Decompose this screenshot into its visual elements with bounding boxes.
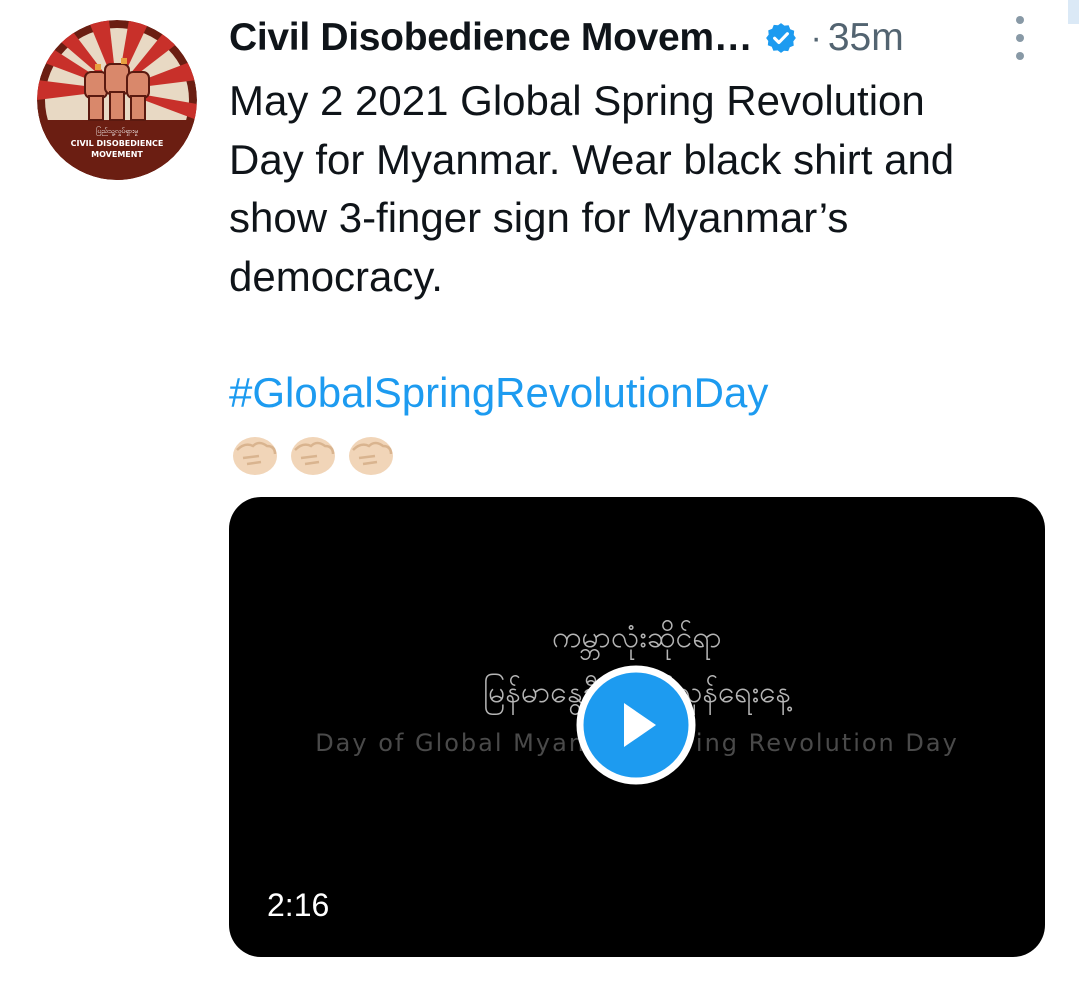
tweet-page: ပြည်သူ့လှုပ်ရှားမှု CIVIL DISOBEDIENCE M…	[0, 0, 1079, 994]
dot-icon	[1016, 34, 1024, 42]
emoji-row	[229, 428, 397, 480]
avatar[interactable]: ပြည်သူ့လှုပ်ရှားမှု CIVIL DISOBEDIENCE M…	[37, 20, 197, 180]
tweet-text-line: May 2 2021 Global Spring Revolution	[229, 77, 925, 124]
tweet-text-line: show 3-finger sign for Myanmar’s	[229, 194, 849, 241]
tweet-text-line: Day for Myanmar. Wear black shirt and	[229, 135, 955, 183]
fist-emoji-icon	[233, 437, 277, 475]
more-vertical-icon[interactable]	[1012, 16, 1028, 60]
tweet-header: Civil Disobedience Movem… · 35m	[229, 10, 1049, 66]
svg-text:ပြည်သူ့လှုပ်ရှားမှု: ပြည်သူ့လှုပ်ရှားမှု	[96, 126, 138, 136]
separator: ·	[810, 18, 822, 57]
play-icon[interactable]	[576, 665, 696, 785]
tweet-text-line: democracy.	[229, 252, 443, 300]
fist-emoji-icon	[291, 437, 335, 475]
avatar-caption-line2: MOVEMENT	[91, 150, 143, 159]
avatar-caption-line1: CIVIL DISOBEDIENCE	[71, 139, 164, 148]
dot-icon	[1016, 52, 1024, 60]
video-overlay-line1: ကမ္ဘာလုံးဆိုင်ရာ	[552, 620, 722, 655]
video-duration: 2:16	[267, 887, 330, 923]
video-player[interactable]: ကမ္ဘာလုံးဆိုင်ရာ မြန်မာနွေဦး တော်လှန်ရေး…	[229, 497, 1045, 957]
tweet-text: May 2 2021 Global Spring Revolution Day …	[229, 72, 1029, 306]
civil-disobedience-logo-icon: ပြည်သူ့လှုပ်ရှားမှု CIVIL DISOBEDIENCE M…	[37, 20, 197, 180]
verified-badge-icon	[766, 23, 797, 53]
hashtag-link[interactable]: #GlobalSpringRevolutionDay	[229, 364, 768, 422]
fist-emoji-icon	[349, 437, 393, 475]
dot-icon	[1016, 16, 1024, 24]
scroll-indicator	[1068, 0, 1079, 24]
display-name[interactable]: Civil Disobedience Movem…	[229, 16, 753, 60]
timestamp[interactable]: 35m	[828, 16, 904, 60]
